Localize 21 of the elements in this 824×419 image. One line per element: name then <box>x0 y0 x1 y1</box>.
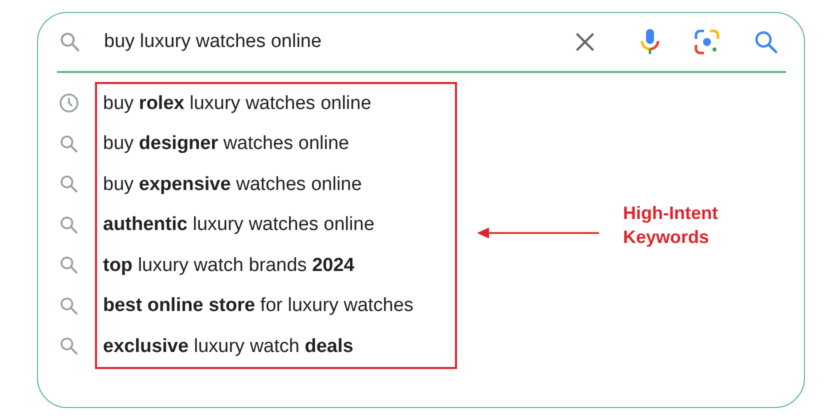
suggestion-item[interactable]: best online store for luxury watches <box>103 295 414 318</box>
suggestion-item[interactable]: buy designer watches online <box>103 133 350 156</box>
search-icon <box>59 336 79 356</box>
close-icon[interactable] <box>574 31 596 53</box>
annotation-label: High-Intent Keywords <box>623 202 719 250</box>
microphone-icon[interactable] <box>640 28 660 56</box>
search-icon[interactable] <box>754 30 778 54</box>
search-field[interactable]: buy luxury watches online <box>104 31 540 53</box>
search-icon <box>59 31 81 53</box>
search-icon <box>59 296 79 316</box>
suggestion-item[interactable]: top luxury watch brands 2024 <box>103 254 354 277</box>
suggestion-item[interactable]: exclusive luxury watch deals <box>103 336 354 358</box>
suggestion-item[interactable]: authentic luxury watches online <box>103 214 374 236</box>
search-icon <box>59 174 79 194</box>
camera-lens-icon[interactable] <box>694 29 720 55</box>
suggestion-item[interactable]: buy expensive watches online <box>103 174 362 196</box>
suggestion-item[interactable]: buy rolex luxury watches online <box>103 92 372 115</box>
search-icon <box>59 214 79 235</box>
search-icon <box>59 134 79 154</box>
search-icon <box>59 255 79 276</box>
clock-icon <box>59 93 79 114</box>
